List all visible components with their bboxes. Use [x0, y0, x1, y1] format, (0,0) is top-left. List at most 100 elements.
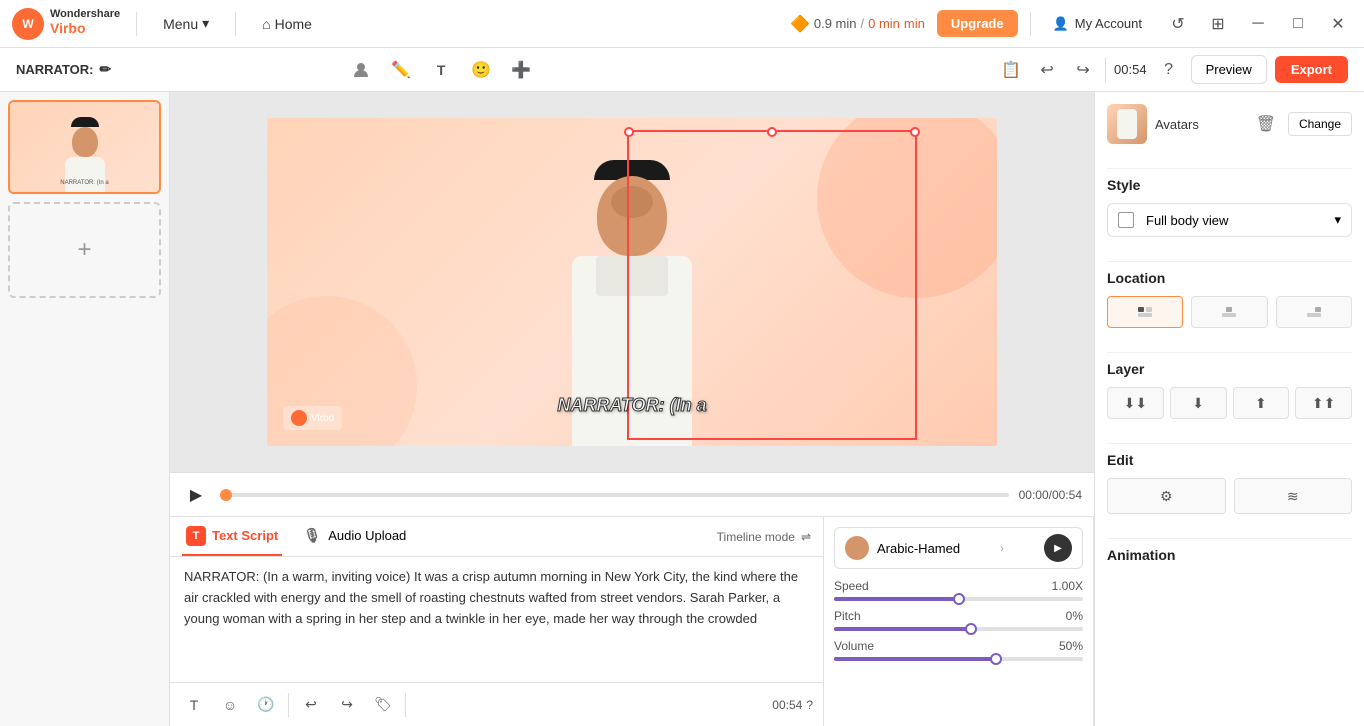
- avatar-name: Avatars: [1155, 117, 1244, 132]
- location-top-right[interactable]: [1276, 296, 1352, 328]
- tag-button[interactable]: 🏷: [369, 691, 397, 719]
- pitch-slider-track[interactable]: [834, 627, 1083, 631]
- face-button[interactable]: ☺: [216, 691, 244, 719]
- account-button[interactable]: 👤 My Account: [1043, 10, 1152, 38]
- voice-selector[interactable]: Arabic-Hamed › ▶: [834, 527, 1083, 569]
- maximize-button[interactable]: □: [1284, 10, 1312, 38]
- undo-script-button[interactable]: ↩: [297, 691, 325, 719]
- canvas-frame: NARRATOR: (In a Virbo: [267, 118, 997, 446]
- location-title: Location: [1107, 270, 1352, 286]
- script-content[interactable]: NARRATOR: (In a warm, inviting voice) It…: [170, 557, 823, 682]
- timer-display: 🔶 0.9 min / 0 min min: [790, 14, 925, 34]
- timeline-mode-toggle[interactable]: Timeline mode ⇌: [717, 530, 811, 544]
- avatar-selector: Avatars 🗑 Change: [1107, 104, 1352, 144]
- play-button[interactable]: ▶: [182, 481, 210, 509]
- clock-button[interactable]: 🕐: [252, 691, 280, 719]
- narrator-label: NARRATOR: ✏: [16, 61, 111, 78]
- voice-avatar-icon: [845, 536, 869, 560]
- pitch-slider-thumb[interactable]: [965, 623, 977, 635]
- voice-name: Arabic-Hamed: [845, 536, 960, 560]
- right-panel: Avatars 🗑 Change Style Full body view ▾ …: [1094, 92, 1364, 726]
- layer-title: Layer: [1107, 361, 1352, 377]
- slide-item-1[interactable]: 1 NARRATOR: (In a: [8, 100, 161, 194]
- voice-panel: Arabic-Hamed › ▶ Speed 1.00X: [824, 517, 1094, 726]
- notes-icon-button[interactable]: 📋: [997, 56, 1025, 84]
- time-info-button[interactable]: ?: [1155, 56, 1183, 84]
- layer-down[interactable]: ⬇: [1170, 387, 1227, 419]
- location-top-left[interactable]: [1107, 296, 1183, 328]
- canvas-viewport[interactable]: NARRATOR: (In a Virbo: [170, 92, 1094, 472]
- pitch-slider-fill: [834, 627, 971, 631]
- watermark: Virbo: [283, 406, 342, 430]
- text-tool-button[interactable]: T: [425, 54, 457, 86]
- speed-slider-track[interactable]: [834, 597, 1083, 601]
- toolbar-right-controls: 📋 ↩ ↪ 00:54 ? Preview Export: [997, 55, 1348, 84]
- logo: W Wondershare Virbo: [12, 8, 120, 40]
- edit-settings-button[interactable]: ⚙: [1107, 478, 1226, 514]
- topbar-divider-2: [235, 12, 236, 36]
- logo-text: Wondershare Virbo: [50, 9, 120, 38]
- topbar-divider-1: [136, 12, 137, 36]
- emoji-tool-button[interactable]: 🙂: [465, 54, 497, 86]
- edit-title: Edit: [1107, 452, 1352, 468]
- text-audio-panel: T Text Script 🎙 Audio Upload Timeline mo…: [170, 517, 824, 726]
- speed-slider-thumb[interactable]: [953, 593, 965, 605]
- secondary-toolbar: NARRATOR: ✏ ✏️ T 🙂 ➕ 📋 ↩ ↪ 00:54 ? Previ…: [0, 48, 1364, 92]
- avatar-tool-button[interactable]: [345, 54, 377, 86]
- redo-button[interactable]: ↪: [1069, 56, 1097, 84]
- upgrade-button[interactable]: Upgrade: [937, 10, 1018, 37]
- avatars-section: Avatars 🗑 Change: [1107, 104, 1352, 144]
- tab-audio-upload[interactable]: 🎙 Audio Upload: [298, 518, 410, 556]
- close-button[interactable]: ✕: [1324, 10, 1352, 38]
- tab-row: T Text Script 🎙 Audio Upload Timeline mo…: [170, 517, 823, 557]
- delete-avatar-button[interactable]: 🗑: [1252, 110, 1280, 138]
- edit-section: Edit ⚙ ≋: [1107, 452, 1352, 514]
- home-button[interactable]: ⌂ Home: [252, 10, 322, 38]
- preview-button[interactable]: Preview: [1191, 55, 1267, 84]
- voice-play-button[interactable]: ▶: [1044, 534, 1072, 562]
- undo-button[interactable]: ↩: [1033, 56, 1061, 84]
- speed-slider-fill: [834, 597, 959, 601]
- location-top-center[interactable]: [1191, 296, 1267, 328]
- style-icon: [1118, 212, 1134, 228]
- handle-top-left[interactable]: [624, 127, 634, 137]
- location-grid: [1107, 296, 1352, 328]
- layer-up[interactable]: ⬆: [1233, 387, 1290, 419]
- minimize-button[interactable]: ─: [1244, 10, 1272, 38]
- history-icon-button[interactable]: ↺: [1164, 10, 1192, 38]
- avatar-head: [597, 176, 667, 256]
- watermark-logo: [291, 410, 307, 426]
- brush-tool-button[interactable]: ✏️: [385, 54, 417, 86]
- bottom-panel: T Text Script 🎙 Audio Upload Timeline mo…: [170, 516, 1094, 726]
- add-tool-button[interactable]: ➕: [505, 54, 537, 86]
- progress-thumb[interactable]: [220, 489, 232, 501]
- volume-slider-track[interactable]: [834, 657, 1083, 661]
- export-button[interactable]: Export: [1275, 56, 1348, 83]
- add-slide-button[interactable]: +: [8, 202, 161, 298]
- main-area: 1 NARRATOR: (In a +: [0, 92, 1364, 726]
- change-avatar-button[interactable]: Change: [1288, 112, 1352, 136]
- logo-icon: W: [12, 8, 44, 40]
- script-time-badge: 00:54 ?: [772, 698, 813, 712]
- audio-upload-icon: 🎙: [302, 526, 322, 546]
- topbar: W Wondershare Virbo Menu ▾ ⌂ Home 🔶 0.9 …: [0, 0, 1364, 48]
- location-section: Location: [1107, 270, 1352, 328]
- animation-section: Animation: [1107, 547, 1352, 573]
- edit-waveform-button[interactable]: ≋: [1234, 478, 1353, 514]
- avatar-body: [572, 256, 692, 446]
- grid-icon-button[interactable]: ⊞: [1204, 10, 1232, 38]
- layer-to-bottom[interactable]: ⬇⬇: [1107, 387, 1164, 419]
- topbar-right: 🔶 0.9 min / 0 min min Upgrade 👤 My Accou…: [790, 10, 1352, 38]
- style-dropdown[interactable]: Full body view ▾: [1107, 203, 1352, 237]
- tab-text-script[interactable]: T Text Script: [182, 518, 282, 556]
- redo-script-button[interactable]: ↪: [333, 691, 361, 719]
- volume-slider-thumb[interactable]: [990, 653, 1002, 665]
- topbar-divider-3: [1030, 12, 1031, 36]
- style-title: Style: [1107, 177, 1352, 193]
- layer-to-top[interactable]: ⬆⬆: [1295, 387, 1352, 419]
- text-format-button[interactable]: T: [180, 691, 208, 719]
- menu-button[interactable]: Menu ▾: [153, 9, 219, 38]
- handle-top-center[interactable]: [767, 127, 777, 137]
- progress-track[interactable]: [220, 493, 1009, 497]
- subtitle-overlay: NARRATOR: (In a: [557, 395, 706, 416]
